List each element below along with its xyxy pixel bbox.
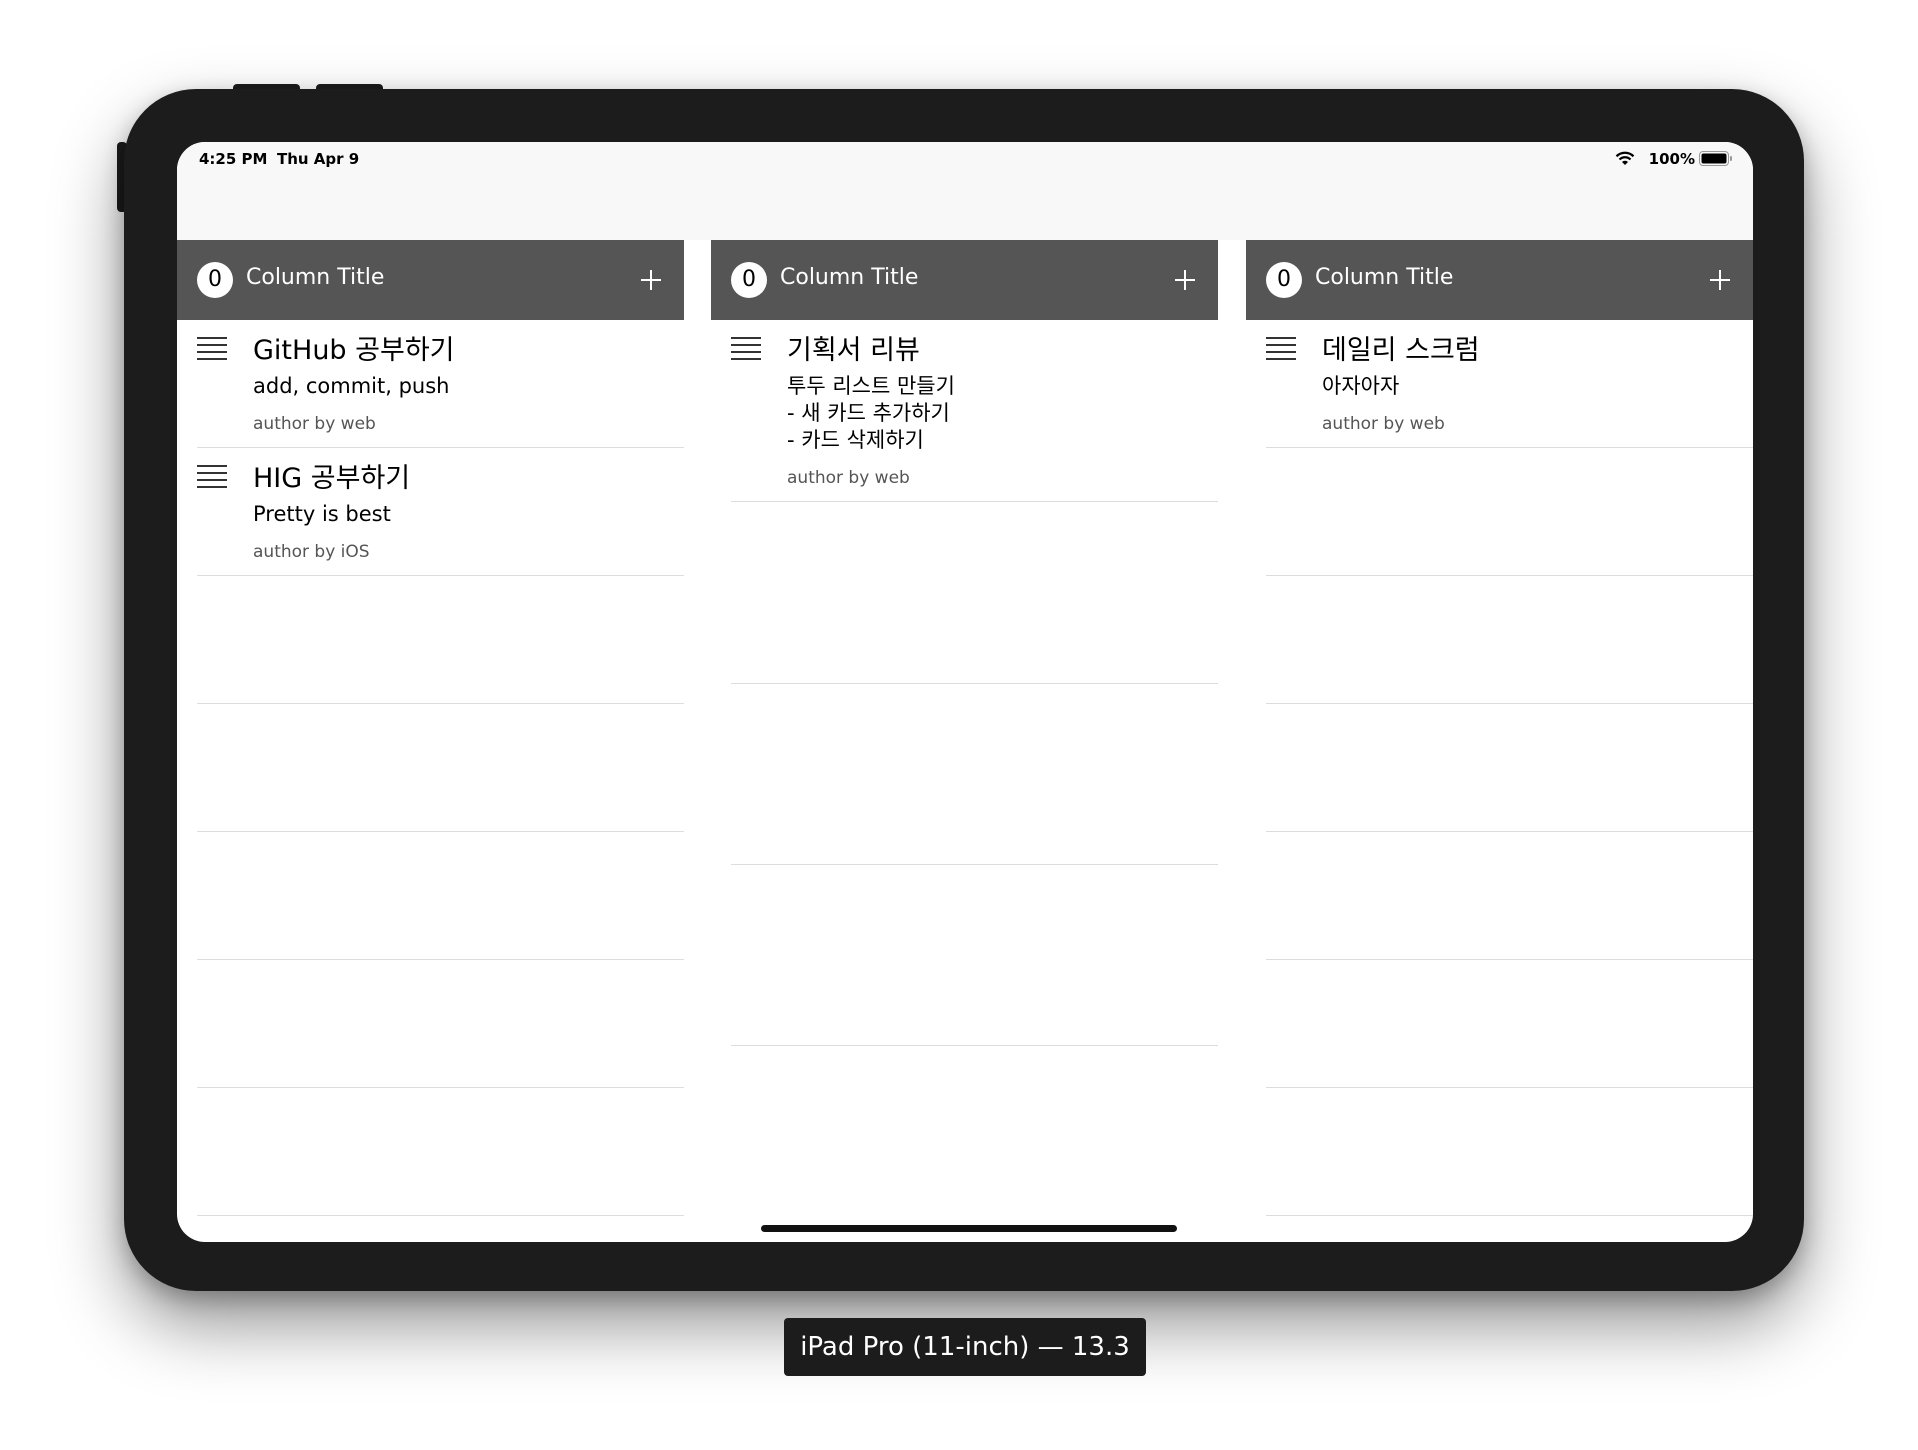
column-1: 0 Column Title GitHub 공부하기 add, commit, … xyxy=(177,240,684,1242)
add-card-button[interactable] xyxy=(1707,267,1733,293)
drag-handle-icon[interactable] xyxy=(731,336,761,362)
card-body: add, commit, push xyxy=(253,374,450,398)
empty-row xyxy=(1266,704,1753,832)
card-list[interactable]: 기획서 리뷰 투두 리스트 만들기 - 새 카드 추가하기 - 카드 삭제하기 … xyxy=(711,320,1218,1242)
empty-row xyxy=(197,576,684,704)
column-header: 0 Column Title xyxy=(177,240,684,320)
wifi-icon xyxy=(1615,151,1635,165)
card-title: HIG 공부하기 xyxy=(253,463,411,494)
empty-row xyxy=(197,960,684,1088)
status-time: 4:25 PM xyxy=(199,150,268,168)
add-card-button[interactable] xyxy=(1172,267,1198,293)
column-3: 0 Column Title 데일리 스크럼 아자아자 author by we… xyxy=(1246,240,1753,1242)
column-header: 0 Column Title xyxy=(1246,240,1753,320)
card-author: author by web xyxy=(253,414,376,434)
card[interactable]: HIG 공부하기 Pretty is best author by iOS xyxy=(197,448,684,576)
drag-handle-icon[interactable] xyxy=(197,464,227,490)
status-bar: 4:25 PM Thu Apr 9 100% xyxy=(177,142,1753,240)
column-title: Column Title xyxy=(1315,265,1454,290)
card[interactable]: 데일리 스크럼 아자아자 author by web xyxy=(1266,320,1753,448)
card-list[interactable]: 데일리 스크럼 아자아자 author by web xyxy=(1246,320,1753,1242)
card-list[interactable]: GitHub 공부하기 add, commit, push author by … xyxy=(177,320,684,1242)
column-title: Column Title xyxy=(780,265,919,290)
empty-row xyxy=(1266,832,1753,960)
card-body: 투두 리스트 만들기 - 새 카드 추가하기 - 카드 삭제하기 xyxy=(787,374,955,452)
home-indicator[interactable] xyxy=(761,1225,1177,1232)
status-date: Thu Apr 9 xyxy=(277,150,360,168)
card-body: 아자아자 xyxy=(1322,374,1400,398)
ipad-screen: 4:25 PM Thu Apr 9 100% 0 Column Title Gi… xyxy=(177,142,1753,1242)
add-card-button[interactable] xyxy=(638,267,664,293)
device-label: iPad Pro (11-inch) — 13.3 xyxy=(784,1318,1146,1376)
count-badge: 0 xyxy=(197,262,233,298)
count-badge: 0 xyxy=(1266,262,1302,298)
card-body: Pretty is best xyxy=(253,502,391,526)
count-badge: 0 xyxy=(731,262,767,298)
battery-percent: 100% xyxy=(1648,150,1695,168)
empty-row xyxy=(197,1088,684,1216)
empty-row xyxy=(1266,448,1753,576)
card-title: 데일리 스크럼 xyxy=(1322,335,1480,366)
battery-icon xyxy=(1699,151,1732,166)
empty-row xyxy=(731,502,1218,684)
empty-row xyxy=(1266,960,1753,1088)
empty-row xyxy=(197,832,684,960)
column-title: Column Title xyxy=(246,265,385,290)
empty-row xyxy=(1266,576,1753,704)
empty-row xyxy=(1266,1088,1753,1216)
card-title: GitHub 공부하기 xyxy=(253,335,455,366)
card[interactable]: 기획서 리뷰 투두 리스트 만들기 - 새 카드 추가하기 - 카드 삭제하기 … xyxy=(731,320,1218,502)
column-2: 0 Column Title 기획서 리뷰 투두 리스트 만들기 - 새 카드 … xyxy=(711,240,1218,1242)
empty-row xyxy=(731,684,1218,865)
column-header: 0 Column Title xyxy=(711,240,1218,320)
card[interactable]: GitHub 공부하기 add, commit, push author by … xyxy=(197,320,684,448)
card-author: author by web xyxy=(787,468,910,488)
empty-row xyxy=(197,704,684,832)
drag-handle-icon[interactable] xyxy=(197,336,227,362)
card-title: 기획서 리뷰 xyxy=(787,335,920,366)
card-author: author by web xyxy=(1322,414,1445,434)
empty-row xyxy=(731,865,1218,1046)
card-author: author by iOS xyxy=(253,542,370,562)
drag-handle-icon[interactable] xyxy=(1266,336,1296,362)
